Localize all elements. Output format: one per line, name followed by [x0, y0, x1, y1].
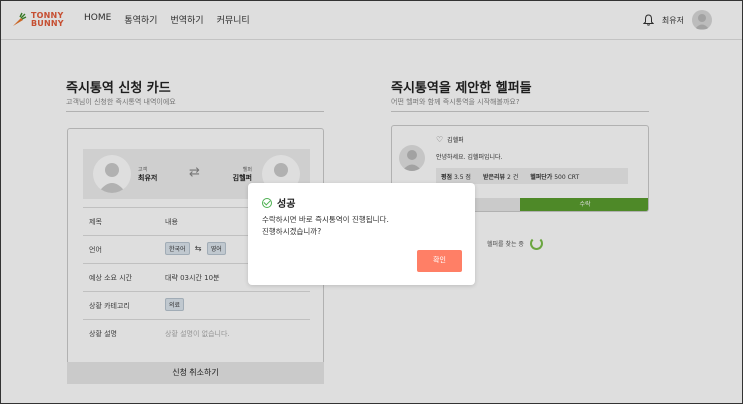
check-circle-icon [262, 197, 272, 208]
success-dialog: 성공 수락하시면 바로 즉시통역이 진행됩니다. 진행하시겠습니까? 확인 [248, 183, 475, 285]
app-frame: TONNY BUNNY HOME 통역하기 번역하기 커뮤니티 최유저 즉시통역… [0, 0, 743, 404]
dialog-message-line1: 수락하시면 바로 즉시통역이 진행됩니다. [262, 215, 389, 224]
dialog-message: 수락하시면 바로 즉시통역이 진행됩니다. 진행하시겠습니까? [262, 214, 389, 238]
dialog-message-line2: 진행하시겠습니까? [262, 227, 322, 236]
dialog-title-text: 성공 [277, 199, 296, 210]
confirm-button[interactable]: 확인 [417, 250, 462, 272]
dialog-title: 성공 [262, 195, 295, 210]
